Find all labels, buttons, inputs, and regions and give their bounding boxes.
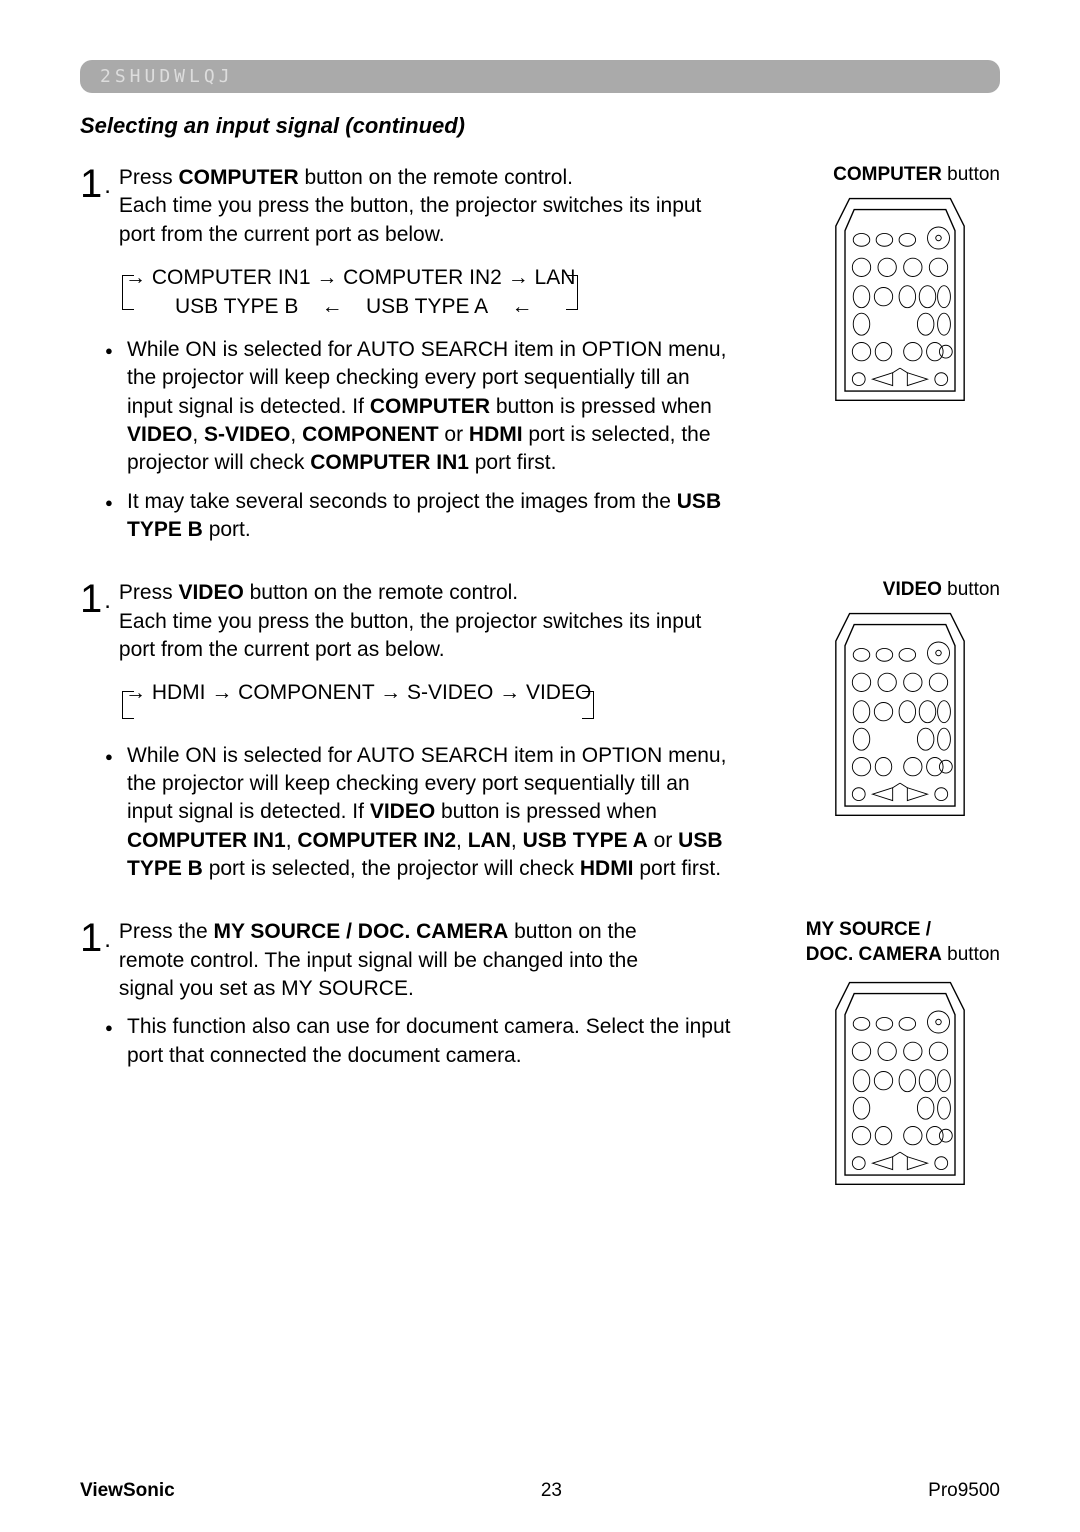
footer-brand: ViewSonic [80, 1480, 175, 1502]
step-dot: . [104, 164, 111, 207]
step-text: Press COMPUTER button on the remote cont… [119, 164, 739, 249]
section-subtitle: Selecting an input signal (continued) [80, 113, 1000, 139]
step-dot: . [104, 918, 111, 961]
bullet-doc-camera: This function also can use for document … [105, 1013, 735, 1070]
section-computer: COMPUTER button [80, 164, 1000, 544]
cycle-diagram-computer: → COMPUTER IN1 → COMPUTER IN2 → LAN USB … [125, 261, 1000, 324]
remote-diagram-mysource [820, 978, 970, 1203]
page-footer: ViewSonic Pro9500 23 [0, 1480, 1080, 1502]
step-text: Press VIDEO button on the remote control… [119, 579, 739, 664]
footer-page-number: 23 [80, 1480, 1000, 1502]
step-number: 1 [80, 918, 102, 958]
bullet-auto-search-video: While ON is selected for AUTO SEARCH ite… [105, 742, 735, 884]
label-computer-button: COMPUTER button [833, 164, 1000, 186]
step-number: 1 [80, 164, 102, 204]
bullet-usb-delay: It may take several seconds to project t… [105, 488, 735, 545]
step-dot: . [104, 579, 111, 622]
label-video-button: VIDEO button [883, 579, 1000, 601]
label-mysource-button: MY SOURCE / DOC. CAMERA button [806, 918, 1000, 967]
footer-model: Pro9500 [928, 1480, 1000, 1502]
section-header-bar: 2SHUDWLQJ [80, 60, 1000, 93]
cycle-diagram-video: → HDMI → COMPONENT → S-VIDEO → VIDEO [125, 676, 1000, 729]
step-number: 1 [80, 579, 102, 619]
step-text: Press the MY SOURCE / DOC. CAMERA button… [119, 918, 649, 1003]
bullet-auto-search-computer: While ON is selected for AUTO SEARCH ite… [105, 336, 735, 478]
section-video: VIDEO button [80, 579, 1000, 883]
section-mysource: MY SOURCE / DOC. CAMERA button [80, 918, 1000, 1070]
